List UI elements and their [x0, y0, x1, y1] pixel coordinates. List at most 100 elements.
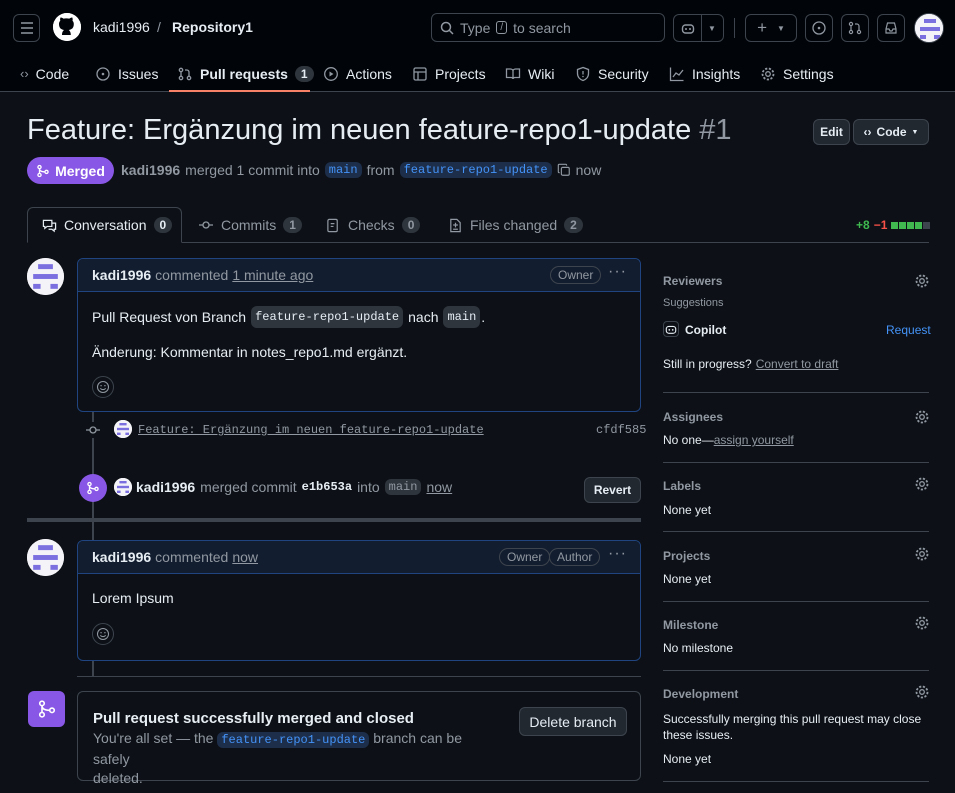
divider	[663, 781, 929, 782]
comment-author-avatar[interactable]	[27, 258, 64, 295]
copilot-reviewer: Copilot	[685, 323, 727, 337]
pull-requests-icon[interactable]	[841, 14, 869, 42]
tab-settings[interactable]: Settings	[760, 55, 834, 92]
smiley-icon	[96, 380, 110, 394]
divider	[663, 670, 929, 671]
comment-author[interactable]: kadi1996	[92, 267, 151, 283]
pr-title-row: Feature: Ergänzung im neuen feature-repo…	[27, 114, 732, 147]
gear-icon[interactable]	[914, 273, 930, 289]
comment-body-line: Pull Request von Branch feature-repo1-up…	[92, 306, 626, 328]
shield-icon	[576, 66, 590, 81]
user-avatar[interactable]	[914, 13, 944, 43]
kebab-menu-icon[interactable]: ···	[608, 263, 627, 281]
gear-icon[interactable]	[914, 546, 930, 562]
inbox-icon[interactable]	[877, 14, 905, 42]
divider	[663, 392, 929, 393]
timeline-break	[27, 518, 641, 522]
gear-icon	[761, 67, 775, 80]
issues-icon[interactable]	[805, 14, 833, 42]
pr-count-badge: 1	[294, 65, 314, 82]
diffstat: +8 −1	[856, 218, 931, 232]
commit-message-link[interactable]: Feature: Ergänzung im neuen feature-repo…	[138, 423, 484, 437]
tab-code[interactable]: ‹› Code	[20, 55, 69, 92]
tab-files-changed[interactable]: Files changed 2	[448, 217, 583, 233]
merged-status-icon	[28, 691, 65, 727]
request-review-link[interactable]: Request	[886, 323, 931, 337]
assignees-value: No one— assign yourself	[663, 433, 794, 447]
merge-author[interactable]: kadi1996	[136, 479, 195, 495]
tab-actions[interactable]: Actions	[323, 55, 392, 92]
add-reaction-button[interactable]	[92, 376, 114, 398]
tab-checks[interactable]: Checks 0	[326, 217, 421, 233]
merge-status-title: Pull request successfully merged and clo…	[93, 710, 414, 727]
base-branch[interactable]: main	[324, 162, 362, 178]
owner-link[interactable]: kadi1996	[93, 19, 150, 35]
commit-icon	[199, 221, 213, 229]
gear-icon[interactable]	[914, 684, 930, 700]
smiley-icon	[96, 627, 110, 641]
head-branch[interactable]: feature-repo1-update	[399, 162, 552, 178]
comment-timestamp[interactable]: now	[232, 549, 258, 565]
graph-icon	[669, 67, 684, 81]
comment-author[interactable]: kadi1996	[92, 549, 151, 565]
merge-event-text: kadi1996 merged commit e1b653a into main…	[136, 479, 453, 495]
head-branch[interactable]: feature-repo1-update	[217, 732, 370, 748]
tab-conversation[interactable]: Conversation 0	[27, 207, 182, 243]
author-badge: Author	[549, 548, 601, 566]
code-button[interactable]: ‹› Code ▼	[853, 119, 929, 145]
kebab-menu-icon[interactable]: ···	[608, 545, 627, 563]
menu-icon[interactable]	[13, 14, 40, 42]
gear-icon[interactable]	[914, 409, 930, 425]
repo-link[interactable]: Repository1	[172, 19, 253, 35]
pr-author-link[interactable]: kadi1996	[121, 162, 180, 178]
convert-to-draft-link[interactable]: Convert to draft	[756, 357, 839, 371]
merge-author-avatar[interactable]	[114, 478, 132, 496]
chevron-down-icon: ▼	[777, 23, 785, 33]
commit-icon	[84, 422, 102, 438]
merge-base-branch[interactable]: main	[384, 479, 422, 495]
create-new-button[interactable]: + ▼	[745, 14, 797, 42]
commit-sha-link[interactable]: cfdf585	[596, 423, 646, 437]
development-text: Successfully merging this pull request m…	[663, 712, 922, 742]
add-reaction-button[interactable]	[92, 623, 114, 645]
tab-issues[interactable]: Issues	[95, 55, 158, 92]
pr-number: #1	[699, 114, 732, 146]
tab-wiki[interactable]: Wiki	[505, 55, 554, 92]
pr-title: Feature: Ergänzung im neuen feature-repo…	[27, 114, 692, 146]
commit-author-avatar[interactable]	[114, 420, 132, 438]
copy-icon[interactable]	[557, 163, 571, 177]
issue-icon	[96, 66, 110, 81]
comment-box: kadi1996 commented now Owner Author ··· …	[77, 540, 641, 661]
code-icon: ‹›	[20, 66, 29, 81]
tab-insights[interactable]: Insights	[669, 55, 740, 92]
comment-discussion-icon	[42, 219, 57, 232]
edit-title-button[interactable]: Edit	[813, 119, 850, 145]
revert-button[interactable]: Revert	[584, 477, 641, 503]
tab-pull-requests[interactable]: Pull requests 1	[177, 55, 314, 92]
pull-request-icon	[178, 67, 192, 80]
tab-security[interactable]: Security	[575, 55, 649, 92]
tab-projects[interactable]: Projects	[412, 55, 486, 92]
merge-time[interactable]: now	[426, 479, 452, 495]
projects-heading[interactable]: Projects	[663, 549, 710, 563]
reviewers-heading[interactable]: Reviewers	[663, 274, 722, 288]
gear-icon[interactable]	[914, 615, 930, 631]
checklist-icon	[327, 218, 338, 232]
delete-branch-button[interactable]: Delete branch	[519, 707, 627, 736]
chevron-down-icon: ▼	[708, 23, 716, 33]
deletions-count: −1	[873, 218, 888, 232]
comment-timestamp[interactable]: 1 minute ago	[232, 267, 313, 283]
milestone-heading[interactable]: Milestone	[663, 618, 718, 632]
labels-heading[interactable]: Labels	[663, 479, 701, 493]
assignees-heading[interactable]: Assignees	[663, 410, 723, 424]
development-heading[interactable]: Development	[663, 687, 738, 701]
github-logo-icon[interactable]	[53, 13, 81, 41]
assign-yourself-link[interactable]: assign yourself	[714, 433, 794, 447]
search-input[interactable]: Type / to search	[431, 13, 665, 42]
comment-author-avatar[interactable]	[27, 539, 64, 576]
tab-commits[interactable]: Commits 1	[198, 217, 302, 233]
copilot-menu-button[interactable]: ▼	[673, 14, 724, 42]
merge-commit-sha[interactable]: e1b653a	[302, 480, 352, 494]
copilot-icon	[663, 321, 679, 337]
gear-icon[interactable]	[914, 476, 930, 492]
